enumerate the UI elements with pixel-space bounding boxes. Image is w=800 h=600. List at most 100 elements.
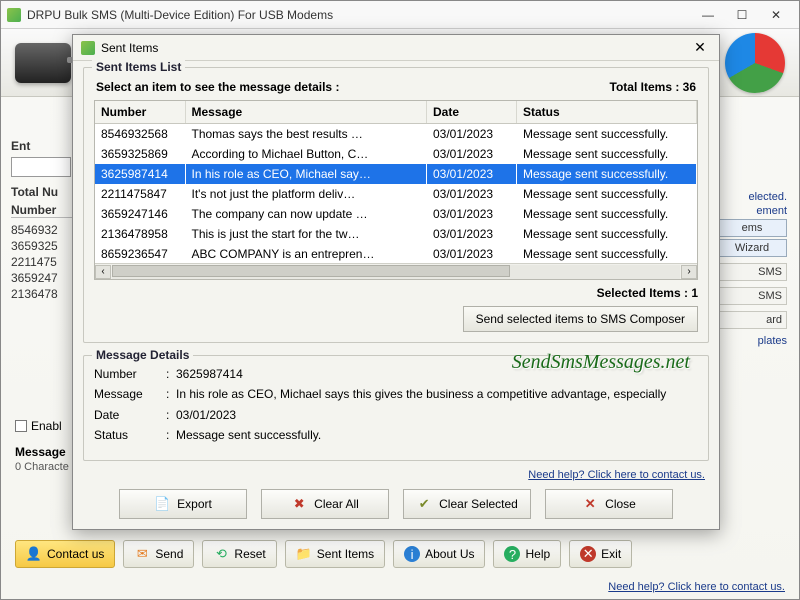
info-icon: i <box>404 546 420 562</box>
detail-date-key: Date <box>94 405 166 425</box>
dialog-icon <box>81 41 95 55</box>
list-item[interactable]: 2136478 <box>11 286 81 302</box>
items-table[interactable]: Number Message Date Status 8546932568Tho… <box>94 100 698 280</box>
group-title: Sent Items List <box>92 60 185 74</box>
sent-items-dialog: Sent Items ✕ Sent Items List Select an i… <box>72 34 720 530</box>
cell-number: 2211475847 <box>95 184 185 204</box>
help-button[interactable]: ?Help <box>493 540 561 568</box>
dialog-title: Sent Items <box>101 41 158 55</box>
total-items-label: Total Items : 36 <box>610 80 696 94</box>
dialog-close-button[interactable]: ✕ <box>689 39 711 57</box>
envelope-icon: ✉ <box>134 546 150 562</box>
close-button[interactable]: ✕Close <box>545 489 673 519</box>
list-item[interactable]: 3659247 <box>11 270 81 286</box>
main-title: DRPU Bulk SMS (Multi-Device Edition) For… <box>27 8 333 22</box>
cell-message: This is just the start for the tw… <box>185 224 427 244</box>
cell-number: 3659247146 <box>95 204 185 224</box>
enable-checkbox[interactable] <box>15 420 27 432</box>
scroll-right-icon[interactable]: › <box>681 265 697 279</box>
detail-date-value: 03/01/2023 <box>176 405 236 425</box>
ard-chip[interactable]: ard <box>717 311 787 329</box>
col-message[interactable]: Message <box>185 101 427 124</box>
message-details-group: Message Details Number:3625987414 Messag… <box>83 355 709 461</box>
cell-message: Thomas says the best results … <box>185 124 427 145</box>
table-row[interactable]: 8659236547ABC COMPANY is an entrepren…03… <box>95 244 697 264</box>
table-row[interactable]: 3659247146The company can now update …03… <box>95 204 697 224</box>
sent-items-button[interactable]: 📁Sent Items <box>285 540 385 568</box>
cell-status: Message sent successfully. <box>517 224 697 244</box>
detail-number-key: Number <box>94 364 166 384</box>
h-scrollbar[interactable]: ‹ › <box>95 263 697 279</box>
sms-chip-2[interactable]: SMS <box>717 287 787 305</box>
table-row[interactable]: 2211475847It's not just the platform del… <box>95 184 697 204</box>
sent-items-list-group: Sent Items List Select an item to see th… <box>83 67 709 343</box>
items-button[interactable]: ems <box>717 219 787 237</box>
dialog-help-link[interactable]: Need help? Click here to contact us. <box>73 467 719 481</box>
bottom-toolbar: 👤Contact us ✉Send ⟲Reset 📁Sent Items iAb… <box>1 535 799 573</box>
person-icon: 👤 <box>26 546 42 562</box>
list-item[interactable]: 8546932 <box>11 222 81 238</box>
cell-status: Message sent successfully. <box>517 184 697 204</box>
main-help-link[interactable]: Need help? Click here to contact us. <box>608 581 785 593</box>
cell-date: 03/01/2023 <box>427 184 517 204</box>
reset-button[interactable]: ⟲Reset <box>202 540 276 568</box>
send-button[interactable]: ✉Send <box>123 540 194 568</box>
clear-selected-icon: ✔ <box>416 496 432 512</box>
table-row[interactable]: 3659325869According to Michael Button, C… <box>95 144 697 164</box>
clear-selected-button[interactable]: ✔Clear Selected <box>403 489 531 519</box>
question-icon: ? <box>504 546 520 562</box>
cell-date: 03/01/2023 <box>427 124 517 145</box>
cell-date: 03/01/2023 <box>427 224 517 244</box>
scroll-left-icon[interactable]: ‹ <box>95 265 111 279</box>
table-row[interactable]: 8546932568Thomas says the best results …… <box>95 124 697 145</box>
export-button[interactable]: 📄Export <box>119 489 247 519</box>
col-date[interactable]: Date <box>427 101 517 124</box>
number-list: 8546932 3659325 2211475 3659247 2136478 <box>11 222 81 302</box>
close-main-button[interactable]: ✕ <box>759 5 793 25</box>
cell-status: Message sent successfully. <box>517 204 697 224</box>
table-row[interactable]: 2136478958This is just the start for the… <box>95 224 697 244</box>
wizard-button[interactable]: Wizard <box>717 239 787 257</box>
modem-icon <box>15 43 71 83</box>
right-panel: elected. ement ems Wizard SMS SMS ard pl… <box>717 189 787 349</box>
instruction-label: Select an item to see the message detail… <box>96 80 339 94</box>
cell-status: Message sent successfully. <box>517 144 697 164</box>
cell-status: Message sent successfully. <box>517 124 697 145</box>
scroll-thumb[interactable] <box>112 265 510 277</box>
cell-date: 03/01/2023 <box>427 164 517 184</box>
folder-icon: 📁 <box>296 546 312 562</box>
about-us-button[interactable]: iAbout Us <box>393 540 485 568</box>
export-icon: 📄 <box>154 496 170 512</box>
list-item[interactable]: 2211475 <box>11 254 81 270</box>
message-label: Message <box>15 445 66 459</box>
contact-us-button[interactable]: 👤Contact us <box>15 540 115 568</box>
cell-date: 03/01/2023 <box>427 244 517 264</box>
scroll-track[interactable] <box>112 265 680 279</box>
clear-all-button[interactable]: ✖Clear All <box>261 489 389 519</box>
cell-message: In his role as CEO, Michael say… <box>185 164 427 184</box>
elected-label: elected. <box>717 191 787 203</box>
exit-button[interactable]: ✕Exit <box>569 540 632 568</box>
maximize-button[interactable]: ☐ <box>725 5 759 25</box>
cell-message: The company can now update … <box>185 204 427 224</box>
detail-message-key: Message <box>94 384 166 404</box>
plates-label: plates <box>717 335 787 347</box>
table-row[interactable]: 3625987414In his role as CEO, Michael sa… <box>95 164 697 184</box>
cell-number: 8546932568 <box>95 124 185 145</box>
col-status[interactable]: Status <box>517 101 697 124</box>
dialog-titlebar: Sent Items ✕ <box>73 35 719 61</box>
details-title: Message Details <box>92 348 193 362</box>
total-label: Total Nu <box>11 185 81 199</box>
list-item[interactable]: 3659325 <box>11 238 81 254</box>
detail-status-key: Status <box>94 425 166 445</box>
cell-message: It's not just the platform deliv… <box>185 184 427 204</box>
cell-date: 03/01/2023 <box>427 144 517 164</box>
ent-input[interactable] <box>11 157 71 177</box>
send-to-composer-button[interactable]: Send selected items to SMS Composer <box>463 306 698 332</box>
cell-number: 3659325869 <box>95 144 185 164</box>
sms-chip-1[interactable]: SMS <box>717 263 787 281</box>
cell-message: According to Michael Button, C… <box>185 144 427 164</box>
col-number[interactable]: Number <box>95 101 185 124</box>
minimize-button[interactable]: — <box>691 5 725 25</box>
number-header: Number <box>11 203 81 218</box>
